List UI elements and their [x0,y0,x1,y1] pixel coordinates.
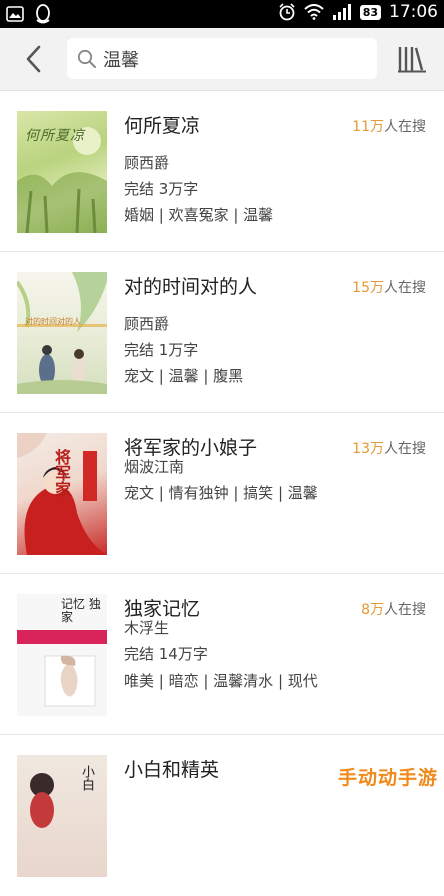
search-input[interactable] [101,47,365,70]
bookshelf-icon [398,47,426,73]
wifi-icon [304,4,324,20]
search-count: 15万人在搜 [352,277,426,297]
search-count: 8万人在搜 [361,599,426,619]
search-count-suffix: 人在搜 [384,602,426,618]
search-count-value: 11万 [352,119,384,135]
search-count-value: 8万 [361,602,384,618]
search-header [0,28,444,91]
book-author: 烟波江南 [124,458,185,476]
book-title[interactable]: 小白和精英 [124,755,219,782]
book-tags: 宠文 | 情有独钟 | 搞笑 | 温馨 [124,484,318,502]
image-notification-icon [6,6,24,22]
bookshelf-button[interactable] [396,42,428,76]
search-count-value: 15万 [352,280,384,296]
watermark: 手动动手游 [337,767,438,789]
search-count-suffix: 人在搜 [384,119,426,135]
cover-illustration [17,272,107,394]
book-cover[interactable]: 将军家 [17,433,107,555]
book-status: 完结 1万字 [124,341,199,359]
book-tags: 婚姻 | 欢喜冤家 | 温馨 [124,206,274,224]
alarm-icon [278,3,296,21]
signal-icon [332,4,352,20]
book-status: 完结 3万字 [124,180,199,198]
book-title[interactable]: 对的时间对的人 [124,272,257,299]
clock: 17:06 [389,2,438,22]
search-count: 11万人在搜 [352,116,426,136]
book-author: 顾西爵 [124,315,170,333]
book-row[interactable]: 记忆 独家 独家记忆 8万人在搜 木浮生 完结 14万字 唯美 | 暗恋 | 温… [0,574,444,735]
search-count-suffix: 人在搜 [384,280,426,296]
book-cover[interactable]: 记忆 独家 [17,594,107,716]
book-tags: 宠文 | 温馨 | 腹黑 [124,367,244,385]
cover-title: 何所夏凉 [25,128,85,144]
chevron-left-icon [26,45,41,73]
search-count-value: 13万 [352,441,384,457]
battery-indicator: 83 [359,4,381,20]
book-row[interactable]: 小白 小白和精英 [0,735,444,896]
book-row[interactable]: 何所夏凉 何所夏凉 11万人在搜 顾西爵 完结 3万字 婚姻 | 欢喜冤家 | … [0,91,444,252]
status-bar: 83 17:06 [0,0,444,28]
book-cover[interactable]: 对的时间对的人 [17,272,107,394]
book-cover[interactable]: 小白 [17,755,107,877]
book-row[interactable]: 将军家 将军家的小娘子 13万人在搜 烟波江南 宠文 | 情有独钟 | 搞笑 |… [0,413,444,574]
book-tags: 唯美 | 暗恋 | 温馨清水 | 现代 [124,672,318,690]
search-bar[interactable] [67,38,377,79]
cover-title: 记忆 独家 [61,597,101,624]
book-row[interactable]: 对的时间对的人 对的时间对的人 15万人在搜 顾西爵 完结 1万字 宠文 | 温… [0,252,444,413]
qq-penguin-icon [34,4,52,24]
book-status: 完结 14万字 [124,645,208,663]
search-count: 13万人在搜 [352,438,426,458]
book-title[interactable]: 何所夏凉 [124,111,200,138]
book-cover[interactable]: 何所夏凉 [17,111,107,233]
cover-title: 小白 [79,765,94,791]
search-icon [77,49,96,68]
book-author: 木浮生 [124,619,170,637]
cover-title: 对的时间对的人 [25,317,81,326]
back-button[interactable] [18,42,48,76]
search-count-suffix: 人在搜 [384,441,426,457]
book-author: 顾西爵 [124,154,170,172]
cover-title: 将军家 [52,449,71,497]
